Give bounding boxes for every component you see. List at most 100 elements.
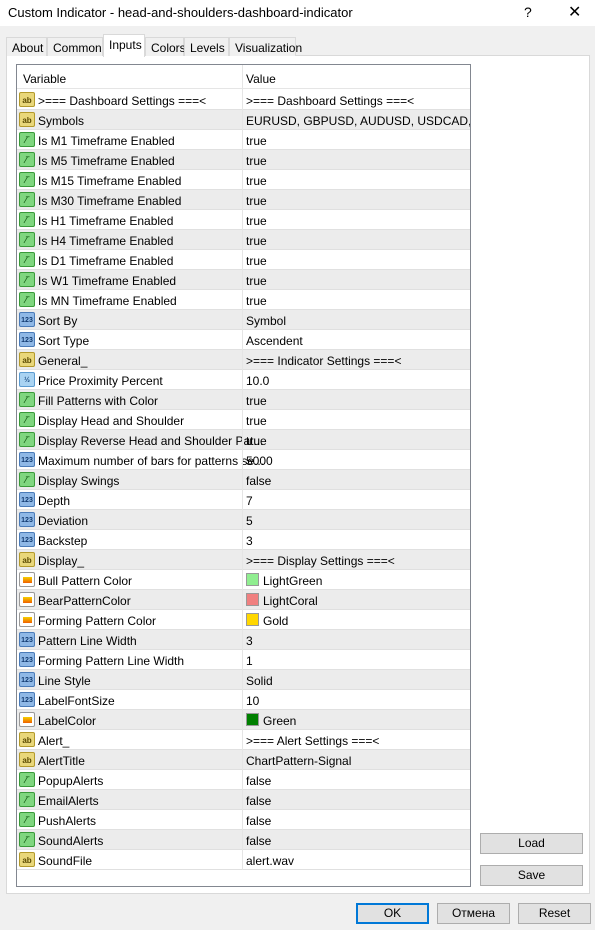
variable-value[interactable]: true xyxy=(246,154,267,168)
table-row[interactable]: 123 LabelFontSize 10 xyxy=(17,690,470,710)
tab-about[interactable]: About xyxy=(6,37,47,56)
tab-colors[interactable]: Colors xyxy=(145,37,186,56)
table-row[interactable]: 123 Pattern Line Width 3 xyxy=(17,630,470,650)
variable-value[interactable]: 3 xyxy=(246,534,253,548)
tab-visualization[interactable]: Visualization xyxy=(229,37,302,56)
variable-value[interactable]: true xyxy=(246,214,267,228)
table-row[interactable]: ⁄‾ Is M1 Timeframe Enabled true xyxy=(17,130,470,150)
variable-value[interactable]: true xyxy=(246,234,267,248)
table-row[interactable]: ab >=== Dashboard Settings ===< >=== Dashb… xyxy=(17,90,470,110)
table-row[interactable]: ab AlertTitle ChartPattern-Signal xyxy=(17,750,470,770)
ok-button[interactable]: OK xyxy=(356,903,429,924)
variable-value[interactable]: 5000 xyxy=(246,454,273,468)
table-row[interactable]: ab Display_ >=== Display Settings ===< xyxy=(17,550,470,570)
table-row[interactable]: ⁄‾ Is M5 Timeframe Enabled true xyxy=(17,150,470,170)
table-row[interactable]: ⁄‾ Is H1 Timeframe Enabled true xyxy=(17,210,470,230)
help-button[interactable]: ? xyxy=(524,4,532,20)
column-divider[interactable] xyxy=(242,65,243,870)
table-row[interactable]: ⁄‾ Is W1 Timeframe Enabled true xyxy=(17,270,470,290)
close-button[interactable]: ✕ xyxy=(568,2,581,22)
variable-value[interactable]: false xyxy=(246,774,271,788)
variable-value[interactable]: true xyxy=(246,174,267,188)
column-header-variable[interactable]: Variable xyxy=(23,72,66,86)
table-row[interactable]: ab General_ >=== Indicator Settings ===< xyxy=(17,350,470,370)
variable-value[interactable]: true xyxy=(246,194,267,208)
inputs-grid[interactable]: Variable Value ab >=== Dashboard Settings… xyxy=(16,64,471,887)
table-row[interactable]: ⁄‾ Display Swings false xyxy=(17,470,470,490)
table-row[interactable]: ⁄‾ Is M15 Timeframe Enabled true xyxy=(17,170,470,190)
variable-value[interactable]: true xyxy=(246,414,267,428)
table-row[interactable]: 123 Maximum number of bars for patterns s… xyxy=(17,450,470,470)
variable-value[interactable]: >=== Dashboard Settings ===< xyxy=(246,94,414,108)
variable-value[interactable]: false xyxy=(246,814,271,828)
table-row[interactable]: 123 Backstep 3 xyxy=(17,530,470,550)
variable-value[interactable]: EURUSD, GBPUSD, AUDUSD, USDCAD, ... xyxy=(246,114,470,128)
table-row[interactable]: ⁄‾ Is M30 Timeframe Enabled true xyxy=(17,190,470,210)
table-row[interactable]: ⁄‾ Is D1 Timeframe Enabled true xyxy=(17,250,470,270)
variable-value[interactable]: true xyxy=(246,134,267,148)
table-row[interactable]: 123 Deviation 5 xyxy=(17,510,470,530)
table-row[interactable]: ⁄‾ PushAlerts false xyxy=(17,810,470,830)
variable-value[interactable]: true xyxy=(246,254,267,268)
table-row[interactable]: 123 Sort Type Ascendent xyxy=(17,330,470,350)
color-swatch[interactable] xyxy=(246,593,259,606)
table-row[interactable]: ⁄‾ Fill Patterns with Color true xyxy=(17,390,470,410)
table-row[interactable]: ab SoundFile alert.wav xyxy=(17,850,470,870)
variable-value[interactable]: Green xyxy=(263,714,296,728)
variable-value[interactable]: false xyxy=(246,474,271,488)
variable-value[interactable]: Symbol xyxy=(246,314,286,328)
tab-levels[interactable]: Levels xyxy=(184,37,229,56)
variable-value[interactable]: Solid xyxy=(246,674,273,688)
table-row[interactable]: 123 Sort By Symbol xyxy=(17,310,470,330)
tab-inputs[interactable]: Inputs xyxy=(103,34,145,57)
variable-value[interactable]: >=== Display Settings ===< xyxy=(246,554,395,568)
table-row[interactable]: 123 Forming Pattern Line Width 1 xyxy=(17,650,470,670)
tab-common[interactable]: Common xyxy=(47,37,103,56)
table-row[interactable]: ab Alert_ >=== Alert Settings ===< xyxy=(17,730,470,750)
variable-value[interactable]: 3 xyxy=(246,634,253,648)
table-row[interactable]: ⁄‾ Display Head and Shoulder true xyxy=(17,410,470,430)
color-swatch[interactable] xyxy=(246,573,259,586)
variable-value[interactable]: false xyxy=(246,834,271,848)
color-swatch[interactable] xyxy=(246,713,259,726)
table-row[interactable]: ⁄‾ EmailAlerts false xyxy=(17,790,470,810)
save-button[interactable]: Save xyxy=(480,865,583,886)
variable-value[interactable]: 1 xyxy=(246,654,253,668)
reset-button[interactable]: Reset xyxy=(518,903,591,924)
table-row[interactable]: ½ Price Proximity Percent 10.0 xyxy=(17,370,470,390)
table-row[interactable]: BearPatternColor LightCoral xyxy=(17,590,470,610)
variable-value[interactable]: LightGreen xyxy=(263,574,322,588)
table-row[interactable]: ⁄‾ SoundAlerts false xyxy=(17,830,470,850)
variable-value[interactable]: 10.0 xyxy=(246,374,269,388)
variable-value[interactable]: Ascendent xyxy=(246,334,303,348)
variable-value[interactable]: >=== Alert Settings ===< xyxy=(246,734,379,748)
load-button[interactable]: Load xyxy=(480,833,583,854)
table-row[interactable]: ab Symbols EURUSD, GBPUSD, AUDUSD, USDCAD,… xyxy=(17,110,470,130)
variable-value[interactable]: ChartPattern-Signal xyxy=(246,754,351,768)
table-row[interactable]: 123 Line Style Solid xyxy=(17,670,470,690)
cancel-button[interactable]: Отмена xyxy=(437,903,510,924)
variable-value[interactable]: 10 xyxy=(246,694,259,708)
table-row[interactable]: ⁄‾ PopupAlerts false xyxy=(17,770,470,790)
variable-value[interactable]: true xyxy=(246,274,267,288)
variable-value[interactable]: true xyxy=(246,294,267,308)
variable-value[interactable]: >=== Indicator Settings ===< xyxy=(246,354,401,368)
variable-value[interactable]: LightCoral xyxy=(263,594,318,608)
table-row[interactable]: Forming Pattern Color Gold xyxy=(17,610,470,630)
table-row[interactable]: ⁄‾ Display Reverse Head and Shoulder Pat.… xyxy=(17,430,470,450)
bool-type-icon: ⁄‾ xyxy=(19,132,35,147)
variable-value[interactable]: false xyxy=(246,794,271,808)
table-row[interactable]: Bull Pattern Color LightGreen xyxy=(17,570,470,590)
table-row[interactable]: 123 Depth 7 xyxy=(17,490,470,510)
table-row[interactable]: ⁄‾ Is H4 Timeframe Enabled true xyxy=(17,230,470,250)
variable-value[interactable]: true xyxy=(246,394,267,408)
column-header-value[interactable]: Value xyxy=(246,72,276,86)
color-swatch[interactable] xyxy=(246,613,259,626)
variable-value[interactable]: 7 xyxy=(246,494,253,508)
variable-value[interactable]: 5 xyxy=(246,514,253,528)
table-row[interactable]: ⁄‾ Is MN Timeframe Enabled true xyxy=(17,290,470,310)
variable-value[interactable]: true xyxy=(246,434,267,448)
table-row[interactable]: LabelColor Green xyxy=(17,710,470,730)
variable-value[interactable]: alert.wav xyxy=(246,854,294,868)
variable-value[interactable]: Gold xyxy=(263,614,288,628)
